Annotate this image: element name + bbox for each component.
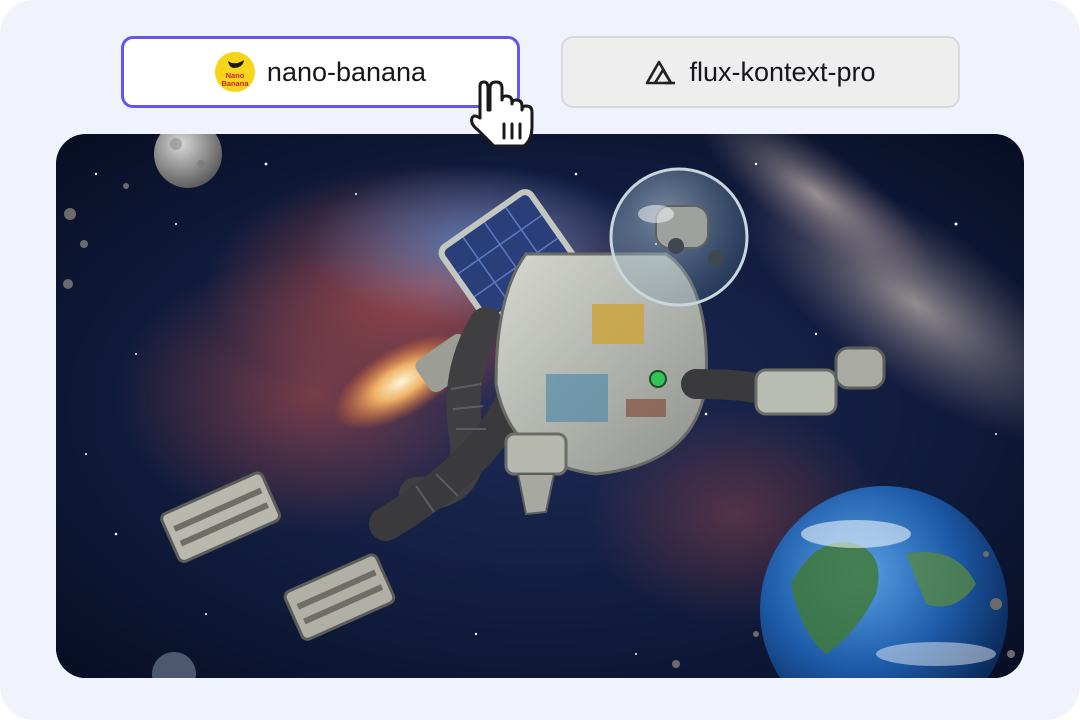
flux-logo-icon (645, 59, 677, 85)
hand-pointer-cursor-icon (466, 80, 542, 152)
generated-image (56, 134, 1024, 678)
model-label-nano-banana: nano-banana (266, 56, 427, 87)
model-comparison-card: Nano Banana nano-banana flux-kontext-pro (0, 0, 1080, 720)
svg-text:Banana: Banana (221, 79, 249, 88)
model-button-flux-kontext-pro[interactable]: flux-kontext-pro (561, 36, 960, 108)
model-button-nano-banana[interactable]: Nano Banana nano-banana (121, 36, 520, 108)
nano-banana-logo-icon: Nano Banana (214, 52, 255, 92)
model-label-flux-kontext-pro: flux-kontext-pro (689, 56, 876, 87)
